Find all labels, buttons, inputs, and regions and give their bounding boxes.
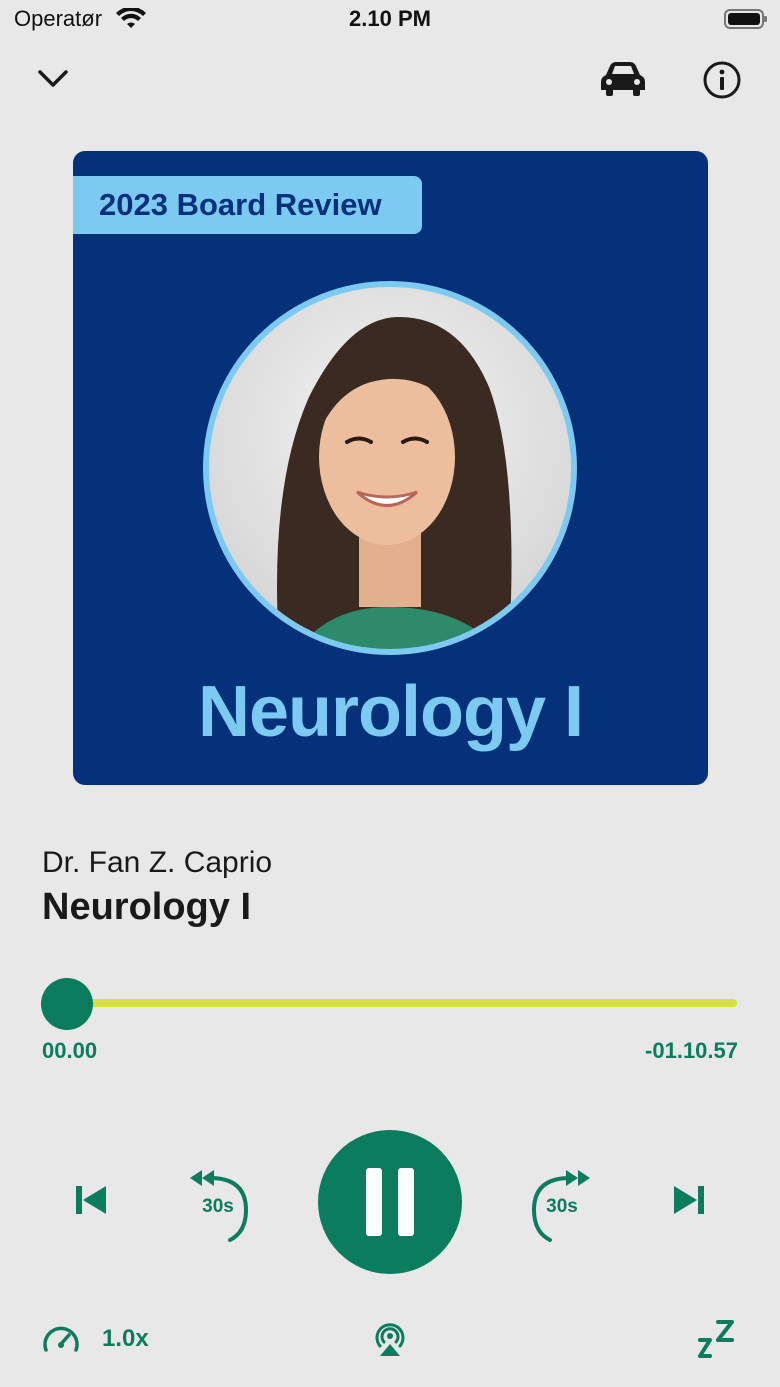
artwork-badge: 2023 Board Review [73,176,422,234]
time-elapsed: 00.00 [42,1038,98,1063]
status-time: 2.10 PM [349,6,431,31]
pause-button[interactable] [318,1130,462,1274]
speaker-portrait [203,281,577,655]
progress-bar[interactable] [64,999,737,1007]
info-icon[interactable] [702,60,742,100]
forward-label: 30s [546,1196,578,1217]
rewind-30-button[interactable]: 30s [180,1160,256,1244]
rewind-label: 30s [202,1196,234,1217]
car-icon[interactable] [600,60,646,98]
skip-next-icon[interactable] [670,1180,710,1220]
portrait-illustration [277,317,512,649]
chevron-down-icon[interactable] [36,64,70,94]
track-author: Dr. Fan Z. Caprio [42,846,273,879]
progress-thumb[interactable] [41,978,93,1030]
battery-icon [724,9,767,29]
skip-previous-icon[interactable] [70,1180,110,1220]
forward-30-button[interactable]: 30s [524,1160,600,1244]
playback-speed[interactable]: 1.0x [102,1325,149,1353]
time-remaining: -01.10.57 [645,1038,738,1063]
podcast-artwork: 2023 Board Review Neurology I [73,151,708,785]
artwork-title: Neurology I [197,672,584,752]
track-title: Neurology I [42,886,252,928]
sleep-timer-icon[interactable] [696,1318,738,1360]
pause-icon [366,1168,414,1236]
speedometer-icon[interactable] [42,1322,80,1356]
airplay-icon[interactable] [372,1320,408,1358]
